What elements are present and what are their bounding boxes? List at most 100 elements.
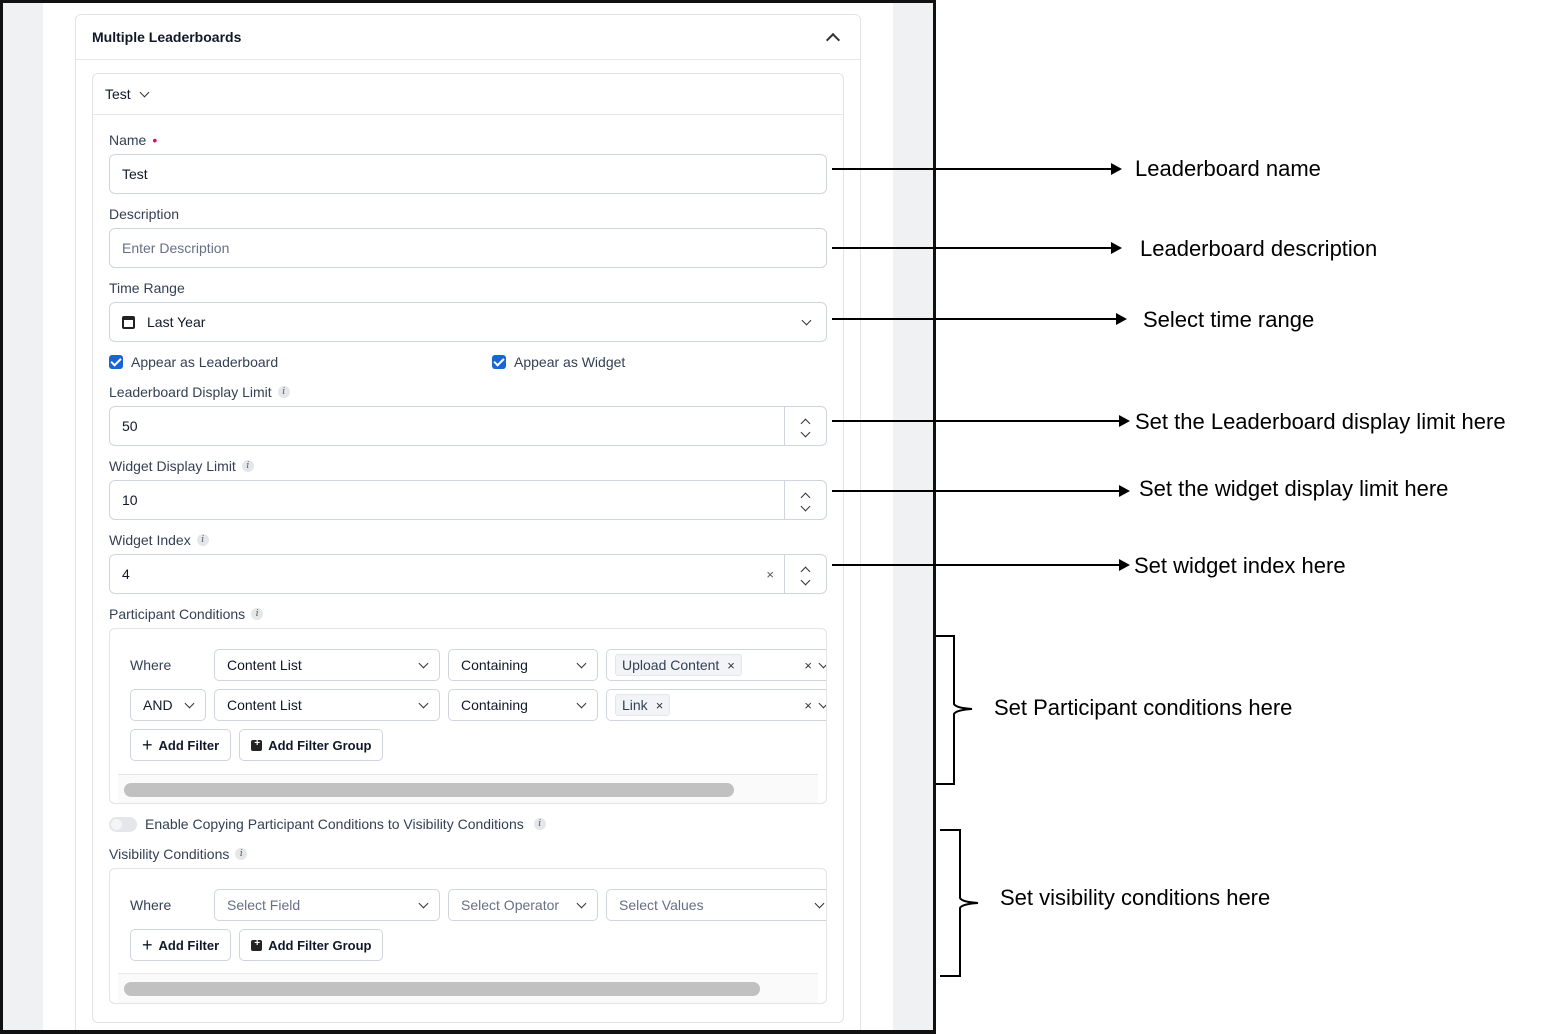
decrement-icon[interactable] [800,575,811,586]
operator-select[interactable]: Select Operator [448,889,598,921]
field-select[interactable]: Select Field [214,889,440,921]
leaderboard-limit-label-text: Leaderboard Display Limit [109,384,272,400]
chevron-down-icon [818,658,826,668]
annotation-arrow [832,163,1122,175]
leaderboard-panel: Test Name • Test Description Enter Descr… [92,73,844,1023]
chevron-down-icon [418,698,429,708]
screenshot-frame: Multiple Leaderboards Test Name • Test D… [0,0,936,1034]
condition-row: Where Select Field Select Operator Selec… [130,889,826,921]
widget-index-label-text: Widget Index [109,532,191,548]
visibility-brace-icon [940,829,979,977]
horizontal-scrollbar[interactable] [118,973,818,1003]
chevron-down-icon [801,315,812,325]
appear-as-leaderboard-checkbox[interactable]: Appear as Leaderboard [109,354,278,370]
field-value: Content List [227,657,302,673]
annotation-time-range: Select time range [1143,307,1315,332]
widget-limit-label-text: Widget Display Limit [109,458,236,474]
widget-index-value: 4 [122,566,130,582]
leaderboard-limit-label: Leaderboard Display Limit i [109,384,290,400]
info-icon[interactable]: i [196,534,209,546]
add-filter-group-button[interactable]: Add Filter Group [239,729,384,761]
scrollbar-thumb[interactable] [124,783,734,797]
appear-as-widget-checkbox[interactable]: Appear as Widget [492,354,625,370]
value-tag-label: Upload Content [622,657,720,673]
add-filter-group-button[interactable]: Add Filter Group [239,929,384,961]
widget-limit-input[interactable]: 10 [109,480,827,520]
annotation-widget-index: Set widget index here [1134,553,1346,578]
card-header[interactable]: Multiple Leaderboards [76,15,860,60]
operator-select[interactable]: Containing [448,689,598,721]
leaderboard-limit-input[interactable]: 50 [109,406,827,446]
add-filter-button[interactable]: + Add Filter [130,729,232,761]
appear-as-widget-label: Appear as Widget [514,354,626,370]
checkbox-checked-icon [109,355,123,369]
leaderboard-selector-label: Test [105,86,131,102]
time-range-select[interactable]: Last Year [109,302,827,342]
leaderboard-selector[interactable]: Test [93,74,843,115]
decrement-icon[interactable] [800,427,811,438]
info-icon[interactable]: i [235,848,248,860]
filter-group-icon [251,738,263,751]
values-placeholder: Select Values [619,897,704,913]
appear-as-leaderboard-label: Appear as Leaderboard [131,354,279,370]
info-icon[interactable]: i [251,608,264,620]
copy-conditions-label: Enable Copying Participant Conditions to… [145,816,546,832]
info-icon[interactable]: i [241,460,254,472]
condition-actions: + Add Filter Add Filter Group [130,929,384,961]
participant-conditions-label-text: Participant Conditions [109,606,246,622]
scrollbar-thumb[interactable] [124,982,760,996]
annotation-leaderboard-limit: Set the Leaderboard display limit here [1135,409,1506,434]
visibility-conditions-label: Visibility Conditions i [109,846,248,862]
leaderboard-limit-value: 50 [122,418,138,434]
number-stepper [784,407,826,445]
name-value: Test [122,166,148,182]
remove-tag-icon[interactable]: × [727,658,735,673]
values-select[interactable]: Select Values [606,889,826,921]
info-icon[interactable]: i [533,818,546,830]
add-filter-label: Add Filter [158,737,220,753]
decrement-icon[interactable] [800,501,811,512]
logic-operator-value: AND [143,697,173,713]
operator-value: Containing [461,657,528,673]
left-gutter [3,3,43,1030]
add-filter-button[interactable]: + Add Filter [130,929,232,961]
value-tag: Upload Content × [615,654,742,676]
horizontal-scrollbar[interactable] [118,774,818,803]
field-value: Content List [227,697,302,713]
annotation-visibility: Set visibility conditions here [1000,885,1271,910]
clear-icon[interactable]: × [804,698,812,713]
values-select[interactable]: Link × × [606,689,826,721]
clear-icon[interactable]: × [804,658,812,673]
field-select[interactable]: Content List [214,649,440,681]
condition-prefix: Where [130,897,172,913]
name-input[interactable]: Test [109,154,827,194]
add-filter-group-label: Add Filter Group [268,937,372,953]
chevron-down-icon [418,658,429,668]
card-title: Multiple Leaderboards [92,29,242,45]
number-stepper [784,481,826,519]
logic-operator-select[interactable]: AND [130,689,206,721]
chevron-down-icon [139,87,150,97]
description-input[interactable]: Enter Description [109,228,827,268]
widget-index-input[interactable]: 4 × [109,554,827,594]
annotation-arrow [832,485,1130,497]
plus-icon: + [142,935,153,955]
values-select[interactable]: Upload Content × × [606,649,826,681]
plus-icon: + [142,735,153,755]
annotation-participant: Set Participant conditions here [994,695,1293,720]
copy-conditions-toggle[interactable] [109,817,137,832]
participant-conditions-builder: Where Content List Containing Upload Con… [109,628,827,804]
info-icon[interactable]: i [277,386,290,398]
multiple-leaderboards-card: Multiple Leaderboards Test Name • Test D… [75,14,861,1030]
condition-prefix: Where [130,657,172,673]
filter-group-icon [251,938,263,951]
remove-tag-icon[interactable]: × [656,698,664,713]
field-select[interactable]: Content List [214,689,440,721]
clear-icon[interactable]: × [766,567,774,582]
operator-placeholder: Select Operator [461,897,560,913]
description-label: Description [109,206,180,222]
operator-select[interactable]: Containing [448,649,598,681]
add-filter-group-label: Add Filter Group [268,737,372,753]
description-placeholder: Enter Description [122,240,230,256]
collapse-chevron-icon[interactable] [825,32,841,47]
